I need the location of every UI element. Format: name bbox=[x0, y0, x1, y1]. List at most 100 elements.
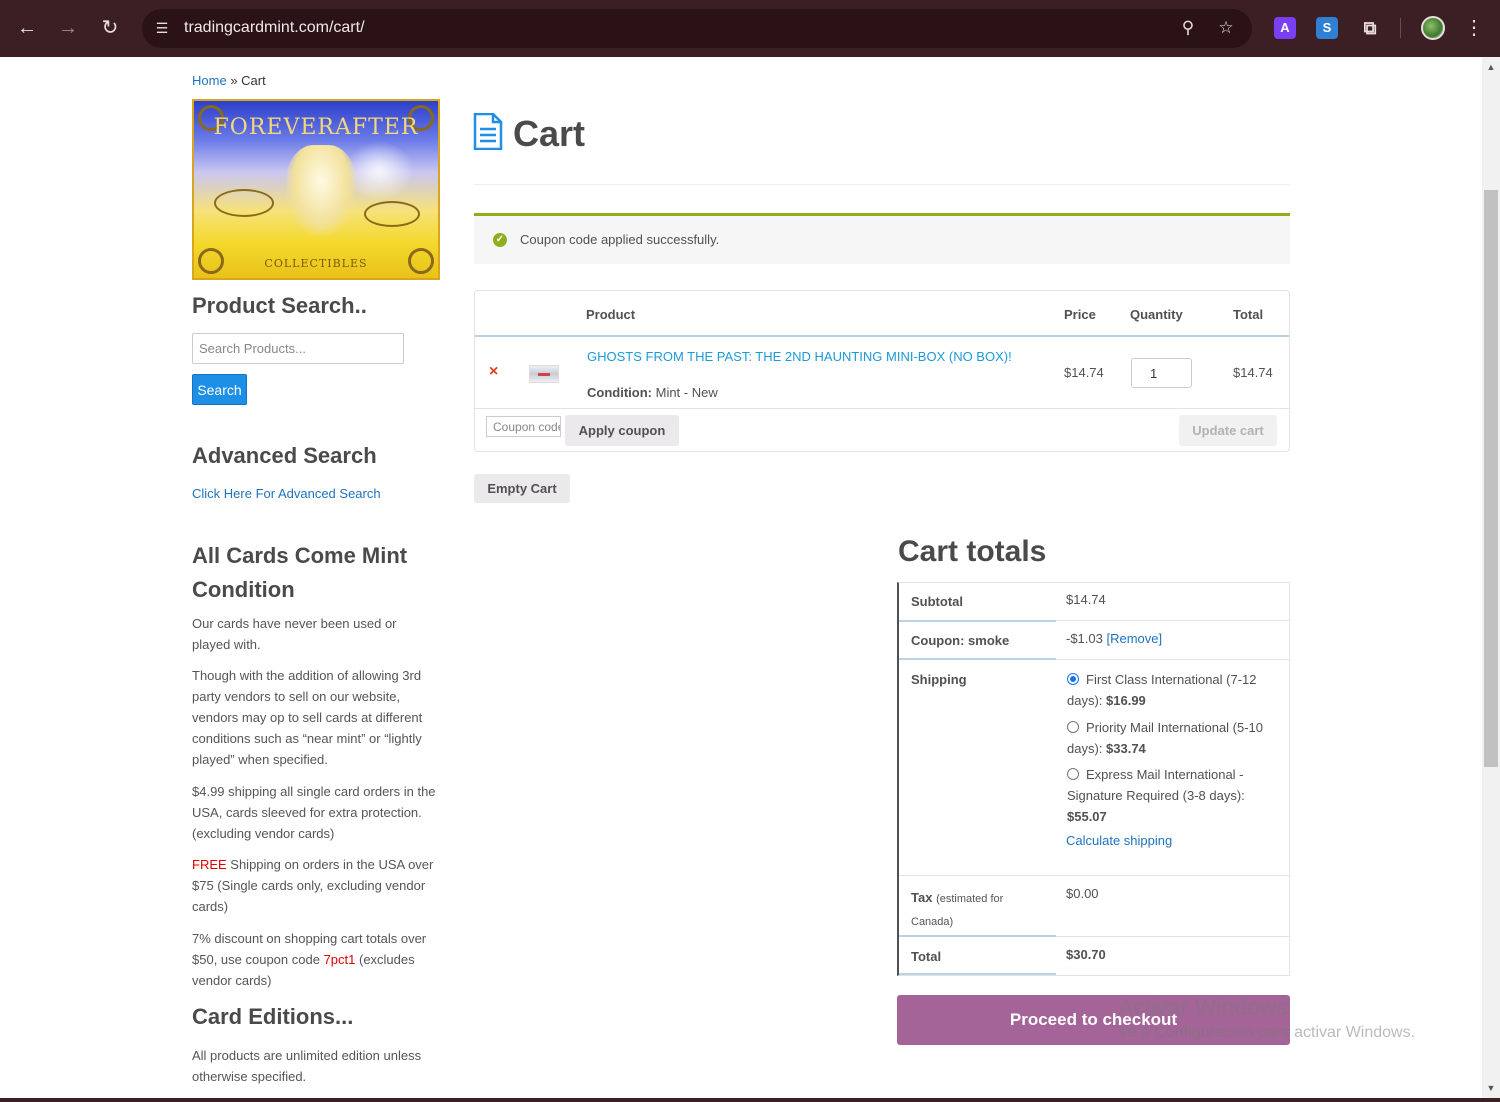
menu-kebab-icon[interactable]: ⋮ bbox=[1462, 14, 1486, 42]
row-divider bbox=[899, 935, 1056, 937]
cart-totals-table: Subtotal $14.74 Coupon: smoke -$1.03 [Re… bbox=[897, 582, 1290, 976]
calculate-shipping-link[interactable]: Calculate shipping bbox=[1066, 833, 1172, 848]
forward-arrow-icon[interactable]: → bbox=[54, 14, 82, 42]
zoom-icon[interactable]: ⚲ bbox=[1177, 17, 1199, 39]
column-header-product: Product bbox=[586, 307, 636, 322]
logo-figure bbox=[286, 145, 356, 235]
extension-a-icon[interactable]: A bbox=[1274, 17, 1296, 39]
profile-avatar-icon[interactable] bbox=[1421, 16, 1445, 40]
site-settings-icon[interactable]: ☰ bbox=[152, 18, 172, 38]
free-shipping-paragraph: FREE Shipping on orders in the USA over … bbox=[192, 854, 442, 917]
check-circle-icon: ✓ bbox=[493, 233, 507, 247]
radio-selected-icon[interactable] bbox=[1067, 673, 1079, 685]
header-divider bbox=[475, 335, 1289, 337]
remove-item-icon[interactable]: × bbox=[489, 363, 498, 381]
coupon-discount: -$1.03 bbox=[1066, 631, 1103, 646]
logo-swirl bbox=[364, 201, 420, 227]
row-divider bbox=[899, 658, 1056, 660]
windows-watermark-text: Ve a Configuración para activar Windows. bbox=[1118, 1024, 1416, 1041]
update-cart-button[interactable]: Update cart bbox=[1179, 415, 1277, 446]
shipping-option-text: Express Mail International - Signature R… bbox=[1067, 767, 1245, 803]
vendor-paragraph: Though with the addition of allowing 3rd… bbox=[192, 668, 423, 767]
browser-toolbar: ← → ↻ ☰ tradingcardmint.com/cart/ ⚲ ☆ A … bbox=[0, 0, 1500, 57]
page-title: Cart bbox=[513, 113, 586, 154]
scroll-down-arrow-icon[interactable]: ▼ bbox=[1482, 1080, 1500, 1096]
total-value: $30.70 bbox=[1066, 947, 1106, 962]
store-logo[interactable]: FOREVERAFTER COLLECTIBLES bbox=[192, 99, 440, 280]
coupon-value: -$1.03 [Remove] bbox=[1066, 631, 1162, 646]
breadcrumb-current: Cart bbox=[241, 73, 266, 88]
condition-value: Mint - New bbox=[655, 385, 718, 400]
row-divider bbox=[1056, 936, 1290, 937]
product-name-link[interactable]: GHOSTS FROM THE PAST: THE 2ND HAUNTING M… bbox=[587, 349, 1012, 364]
toolbar-divider bbox=[1400, 18, 1401, 38]
discount-code: 7pct1 bbox=[323, 952, 356, 967]
shipping-option[interactable]: Priority Mail International (5-10 days):… bbox=[1067, 717, 1277, 759]
url-text[interactable]: tradingcardmint.com/cart/ bbox=[184, 19, 365, 37]
row-divider bbox=[1056, 620, 1290, 621]
row-divider bbox=[1056, 659, 1290, 660]
coupon-label: Coupon: smoke bbox=[911, 633, 1010, 648]
tax-label-text: Tax bbox=[911, 890, 933, 905]
shipping-label: Shipping bbox=[911, 672, 967, 687]
total-label: Total bbox=[911, 949, 942, 964]
address-bar[interactable]: ☰ tradingcardmint.com/cart/ ⚲ ☆ bbox=[142, 9, 1252, 48]
divider bbox=[474, 184, 1290, 185]
column-header-total: Total bbox=[1233, 307, 1264, 322]
mint-paragraph: Our cards have never been used or played… bbox=[192, 616, 397, 652]
scroll-up-arrow-icon[interactable]: ▲ bbox=[1482, 59, 1500, 75]
row-divider bbox=[1056, 875, 1290, 876]
editions-paragraph: All products are unlimited edition unles… bbox=[192, 1048, 422, 1084]
column-header-quantity: Quantity bbox=[1130, 307, 1183, 322]
reload-icon[interactable]: ↻ bbox=[96, 14, 124, 42]
remove-coupon-link[interactable]: [Remove] bbox=[1107, 631, 1163, 646]
logo-subtitle: COLLECTIBLES bbox=[264, 257, 368, 270]
extension-s-icon[interactable]: S bbox=[1316, 17, 1338, 39]
logo-title: FOREVERAFTER bbox=[213, 115, 419, 140]
product-price: $14.74 bbox=[1064, 365, 1104, 380]
search-button[interactable]: Search bbox=[192, 374, 247, 405]
radio-unselected-icon[interactable] bbox=[1067, 768, 1079, 780]
coupon-code-input[interactable] bbox=[486, 416, 561, 437]
product-total: $14.74 bbox=[1233, 365, 1273, 380]
search-input[interactable] bbox=[192, 333, 404, 364]
shipping-option-price: $33.74 bbox=[1106, 741, 1146, 756]
mint-condition-heading: All Cards Come Mint Condition bbox=[192, 543, 408, 602]
subtotal-label: Subtotal bbox=[911, 594, 963, 609]
tax-value: $0.00 bbox=[1066, 886, 1099, 901]
shipping-option-price: $55.07 bbox=[1067, 809, 1107, 824]
product-condition: Condition: Mint - New bbox=[587, 385, 718, 400]
cart-totals-heading: Cart totals bbox=[898, 535, 1047, 568]
shipping-paragraph: $4.99 shipping all single card orders in… bbox=[192, 784, 436, 841]
shipping-option-text: Priority Mail International (5-10 days): bbox=[1067, 720, 1264, 756]
advanced-search-link[interactable]: Click Here For Advanced Search bbox=[192, 486, 381, 501]
back-arrow-icon[interactable]: ← bbox=[13, 14, 41, 42]
tax-label: Tax (estimated for Canada) bbox=[911, 887, 1041, 933]
bookmark-star-icon[interactable]: ☆ bbox=[1215, 17, 1237, 39]
row-divider bbox=[475, 408, 1289, 409]
apply-coupon-button[interactable]: Apply coupon bbox=[565, 415, 679, 446]
product-search-heading: Product Search.. bbox=[192, 293, 367, 318]
discount-paragraph: 7% discount on shopping cart totals over… bbox=[192, 928, 432, 991]
shipping-option[interactable]: Express Mail International - Signature R… bbox=[1067, 764, 1277, 827]
scrollbar-thumb[interactable] bbox=[1484, 190, 1498, 767]
quantity-input[interactable] bbox=[1131, 358, 1192, 388]
windows-watermark-title: Activar Windows bbox=[1118, 994, 1288, 1020]
cart-table: Product Price Quantity Total × GHOSTS FR… bbox=[474, 290, 1290, 452]
row-divider bbox=[899, 620, 1056, 622]
empty-cart-button[interactable]: Empty Cart bbox=[474, 474, 570, 503]
document-icon bbox=[473, 113, 503, 150]
card-editions-heading: Card Editions... bbox=[192, 1004, 354, 1029]
breadcrumb-home-link[interactable]: Home bbox=[192, 73, 227, 88]
shipping-option-text: First Class International (7-12 days): bbox=[1067, 672, 1257, 708]
subtotal-value: $14.74 bbox=[1066, 592, 1106, 607]
breadcrumb-separator: » bbox=[230, 73, 238, 88]
radio-unselected-icon[interactable] bbox=[1067, 721, 1079, 733]
advanced-search-heading: Advanced Search bbox=[192, 443, 377, 468]
row-divider bbox=[899, 875, 1056, 876]
free-word: FREE bbox=[192, 857, 227, 872]
shipping-option[interactable]: First Class International (7-12 days): $… bbox=[1067, 669, 1277, 711]
product-thumbnail[interactable] bbox=[529, 365, 559, 383]
shipping-option-price: $16.99 bbox=[1106, 693, 1146, 708]
extensions-puzzle-icon[interactable]: ⧉ bbox=[1359, 17, 1381, 39]
